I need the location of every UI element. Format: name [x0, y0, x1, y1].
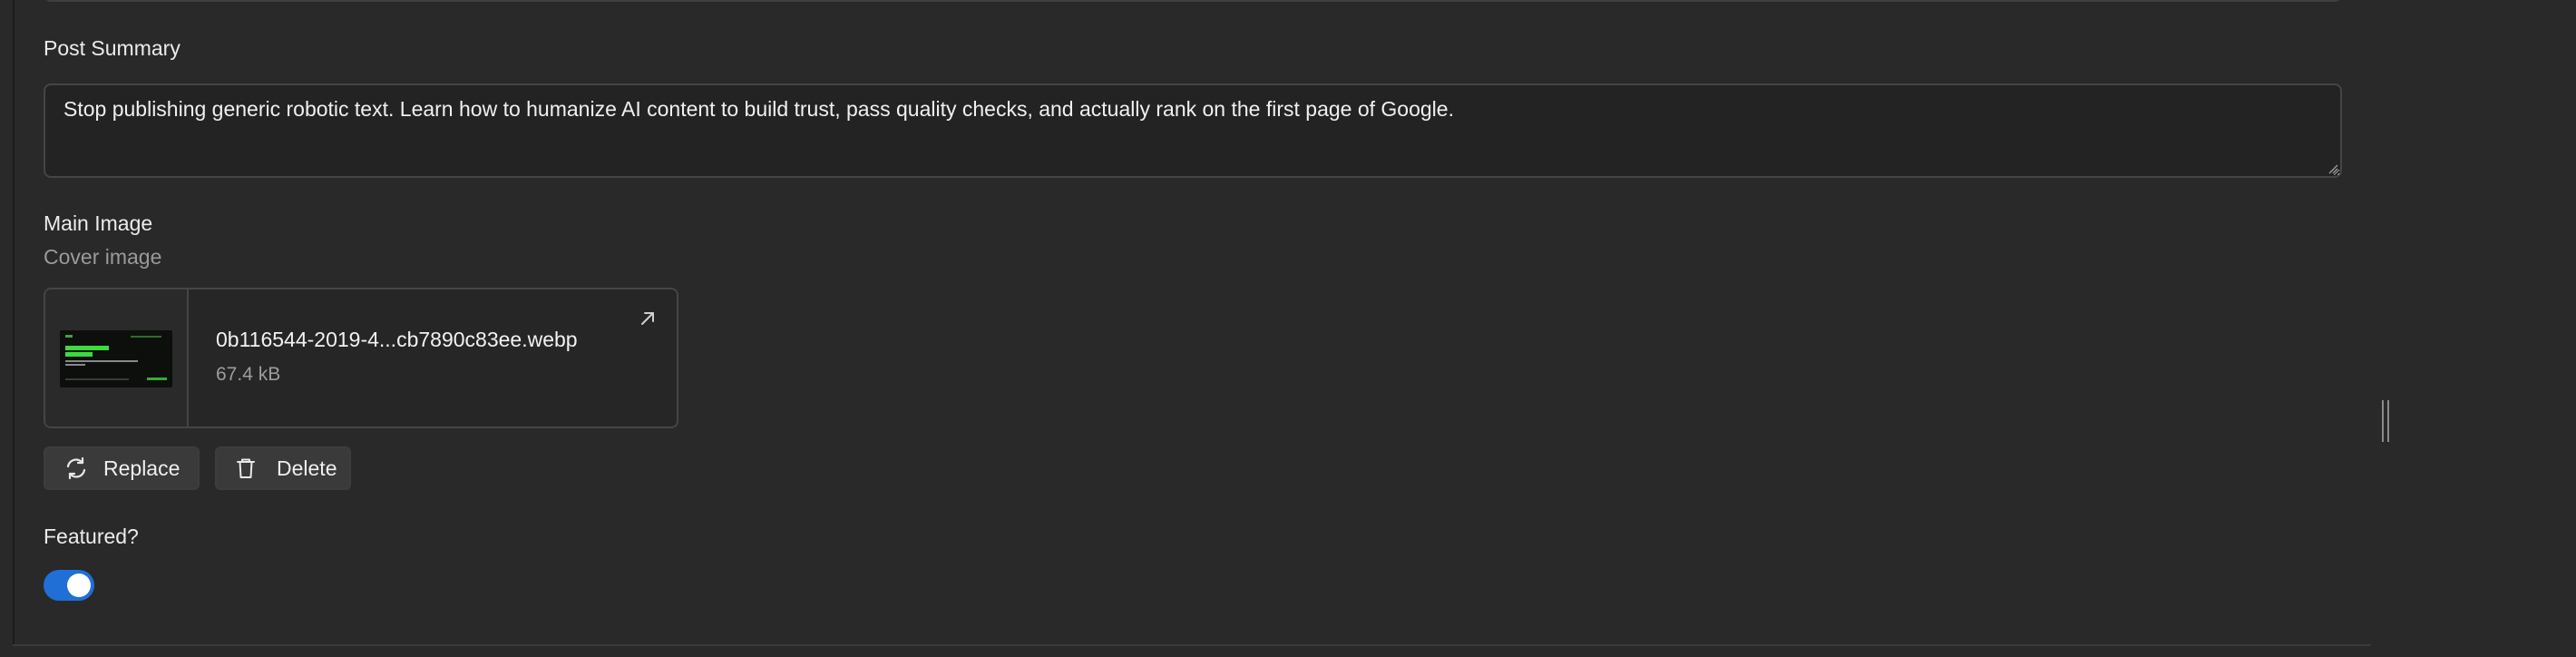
section-divider [13, 644, 2371, 646]
file-name: 0b116544-2019-4...cb7890c83ee.webp [216, 328, 578, 351]
delete-button-label: Delete [277, 456, 337, 480]
featured-label: Featured? [44, 525, 139, 548]
replace-button[interactable]: Replace [44, 446, 200, 490]
refresh-icon [62, 454, 91, 483]
main-image-label: Main Image [44, 211, 153, 235]
toggle-knob [67, 574, 91, 597]
form-page: Post Summary Stop publishing generic rob… [0, 0, 2576, 657]
featured-toggle[interactable] [44, 570, 94, 601]
delete-button[interactable]: Delete [215, 446, 351, 490]
arrow-up-right-icon[interactable] [635, 306, 660, 331]
post-summary-text: Stop publishing generic robotic text. Le… [63, 97, 1454, 121]
previous-field-bottom-edge [44, 0, 2342, 2]
panel-left-border [13, 0, 15, 646]
replace-button-label: Replace [103, 456, 181, 480]
panel-resize-handle[interactable] [2382, 400, 2393, 442]
main-image-sublabel: Cover image [44, 245, 162, 269]
resize-grip-icon[interactable] [2327, 163, 2338, 174]
post-summary-label: Post Summary [44, 36, 181, 60]
image-file-card[interactable]: 0b116544-2019-4...cb7890c83ee.webp 67.4 … [44, 288, 678, 428]
image-thumbnail [60, 330, 172, 387]
post-summary-textarea[interactable]: Stop publishing generic robotic text. Le… [44, 83, 2342, 178]
file-size: 67.4 kB [216, 364, 281, 385]
image-thumbnail-frame [45, 289, 189, 427]
trash-icon [231, 454, 260, 483]
